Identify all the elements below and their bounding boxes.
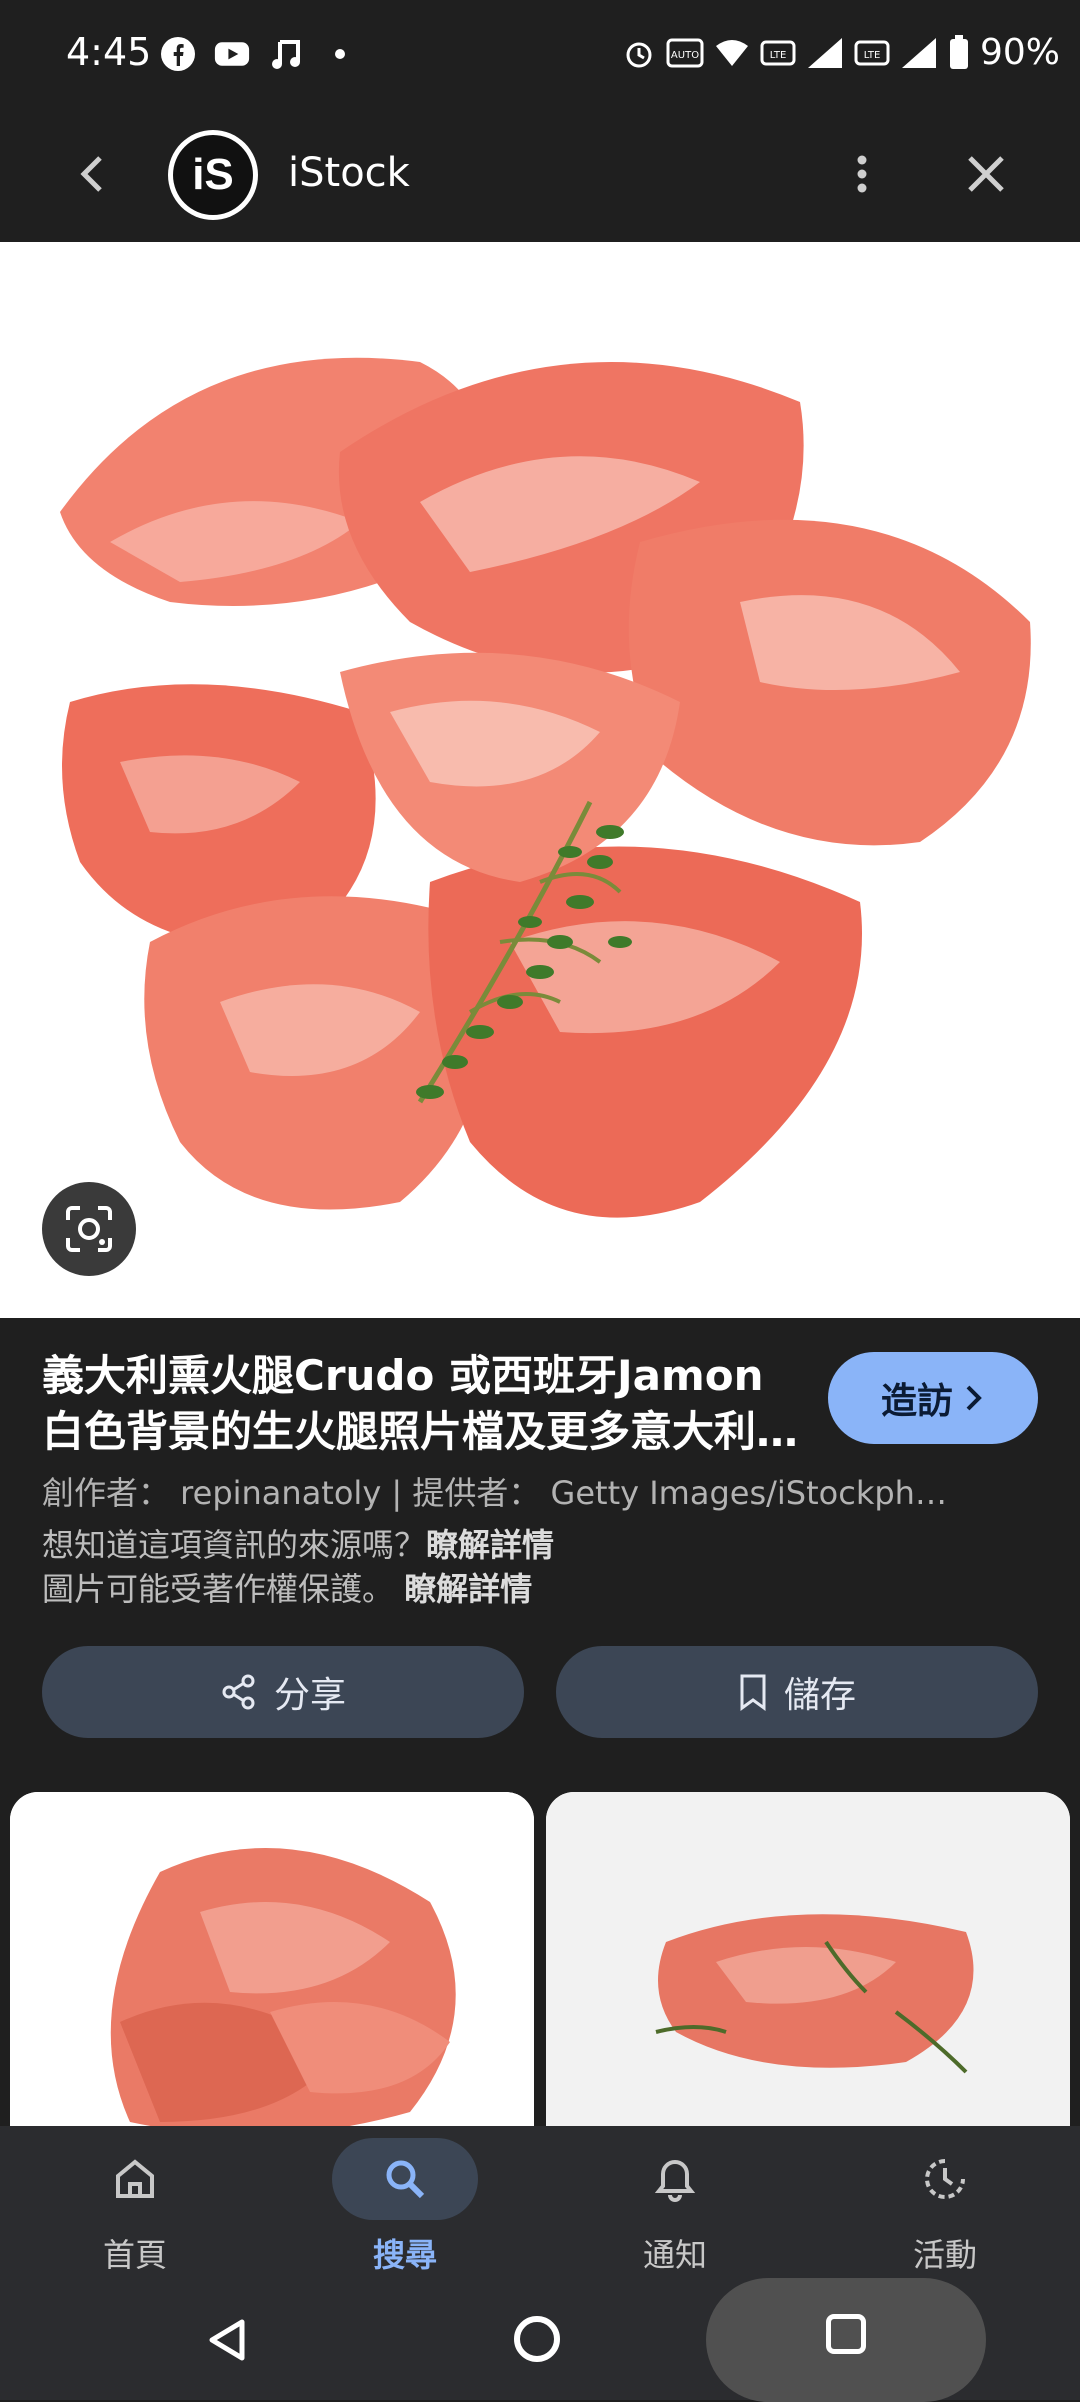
save-label: 儲存 xyxy=(783,1675,856,1716)
search-icon xyxy=(386,2160,425,2199)
dot-icon xyxy=(322,36,358,72)
bookmark-icon xyxy=(740,1674,766,1711)
learn-more-link[interactable]: 瞭解詳情 xyxy=(404,1570,532,1608)
status-time: 4:45 xyxy=(66,30,152,74)
prosciutto-thumbnail xyxy=(10,1792,534,2126)
activity-icon xyxy=(925,2159,965,2199)
auto-icon: AUTO xyxy=(666,38,704,67)
more-options-button[interactable] xyxy=(838,150,886,198)
youtube-icon xyxy=(214,36,250,72)
header: iS iStock xyxy=(0,110,1080,240)
alarm-icon xyxy=(626,42,652,67)
main-image[interactable] xyxy=(0,242,1080,1318)
image-title[interactable]: 義大利熏火腿Crudo 或西班牙Jamon白色背景的生火腿照片檔及更多意大利… xyxy=(42,1348,802,1460)
copyright-info: 圖片可能受著作權保護。 瞭解詳情 xyxy=(42,1564,532,1610)
close-button[interactable] xyxy=(962,150,1010,198)
bottom-navigation: 首頁 搜尋 通知 活動 xyxy=(0,2126,1080,2282)
related-images xyxy=(10,1792,1070,2126)
nav-label: 首頁 xyxy=(102,2236,167,2274)
nav-pill xyxy=(62,2138,208,2220)
svg-text:LTE: LTE xyxy=(864,50,881,61)
system-recents-button[interactable] xyxy=(826,2314,866,2354)
nav-item-search[interactable]: 搜尋 xyxy=(270,2126,540,2282)
facebook-icon xyxy=(160,36,196,72)
site-logo: iS xyxy=(168,130,258,220)
copyright-note: 圖片可能受著作權保護。 xyxy=(42,1570,395,1608)
nav-label: 通知 xyxy=(642,2236,707,2274)
visit-button-label: 造訪 xyxy=(880,1381,953,1422)
nav-pill xyxy=(872,2138,1018,2220)
source-question: 想知道這項資訊的來源嗎？ xyxy=(42,1526,427,1564)
nav-pill-active xyxy=(332,2138,478,2220)
wifi-icon xyxy=(715,39,748,66)
back-button[interactable] xyxy=(70,150,118,198)
related-image-1[interactable] xyxy=(10,1792,534,2126)
svg-text:AUTO: AUTO xyxy=(671,50,699,61)
site-logo-text: iS xyxy=(173,135,253,215)
system-home-button[interactable] xyxy=(514,2316,560,2362)
nav-item-notifications[interactable]: 通知 xyxy=(540,2126,810,2282)
source-info: 想知道這項資訊的來源嗎？瞭解詳情 xyxy=(42,1520,554,1566)
visit-button[interactable]: 造訪 xyxy=(828,1352,1038,1444)
triangle-back-icon xyxy=(209,2319,245,2361)
nav-item-home[interactable]: 首頁 xyxy=(0,2126,270,2282)
home-icon xyxy=(116,2159,154,2198)
nav-label: 搜尋 xyxy=(372,2236,437,2274)
signal-icon xyxy=(807,37,842,68)
battery-percentage: 90% xyxy=(979,32,1060,73)
volte-icon: LTE xyxy=(760,40,796,65)
learn-more-link[interactable]: 瞭解詳情 xyxy=(426,1526,554,1564)
bell-icon xyxy=(654,2159,696,2202)
svg-text:LTE: LTE xyxy=(770,50,787,61)
chevron-left-icon xyxy=(80,156,102,192)
system-back-button[interactable] xyxy=(204,2316,252,2364)
share-icon xyxy=(222,1674,255,1710)
nav-pill xyxy=(602,2138,748,2220)
site-name: iStock xyxy=(288,150,410,196)
close-icon xyxy=(968,156,1004,192)
status-right-icons: AUTO LTE LTE 90% xyxy=(622,32,1060,73)
google-lens-button[interactable] xyxy=(42,1182,136,1276)
more-vertical-icon xyxy=(857,155,867,193)
system-navigation-bar xyxy=(0,2278,1080,2402)
signal-icon xyxy=(901,37,936,68)
status-left-icons xyxy=(160,36,358,72)
share-button[interactable]: 分享 xyxy=(42,1646,524,1738)
battery-icon xyxy=(949,34,968,69)
volte-icon: LTE xyxy=(854,40,890,65)
action-buttons: 分享 儲存 xyxy=(42,1646,1038,1738)
save-button[interactable]: 儲存 xyxy=(556,1646,1038,1738)
music-icon xyxy=(268,36,304,72)
status-bar: 4:45 AUTO LTE LTE 90% xyxy=(0,0,1080,110)
attribution: 創作者： repinanatoly | 提供者： Getty Images/iS… xyxy=(42,1474,947,1512)
nav-item-activity[interactable]: 活動 xyxy=(810,2126,1080,2282)
chevron-right-icon xyxy=(966,1385,982,1411)
prosciutto-photo xyxy=(0,242,1080,1318)
share-label: 分享 xyxy=(273,1675,346,1716)
related-image-2[interactable] xyxy=(546,1792,1070,2126)
nav-label: 活動 xyxy=(912,2236,977,2274)
prosciutto-thumbnail xyxy=(546,1792,1070,2126)
lens-icon xyxy=(66,1206,112,1252)
